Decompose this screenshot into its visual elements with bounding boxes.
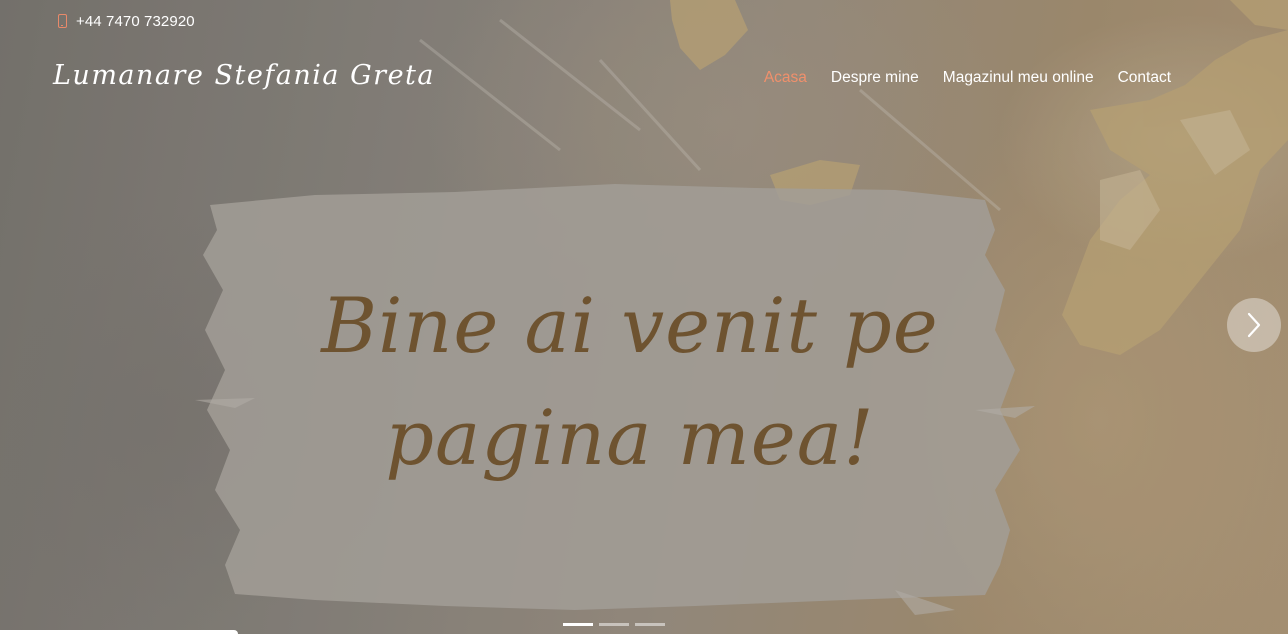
site-logo[interactable]: Lumanare Stefania Greta [53, 60, 435, 91]
slider-next-button[interactable] [1227, 298, 1281, 352]
slider-indicator-2[interactable] [599, 623, 629, 626]
hero-headline: Bine ai venit pe pagina mea! [280, 270, 980, 494]
slider-indicators [563, 623, 665, 626]
nav-item-magazinul-meu-online[interactable]: Magazinul meu online [943, 69, 1094, 87]
top-contact-bar: +44 7470 732920 [58, 10, 195, 32]
phone-number[interactable]: +44 7470 732920 [76, 13, 195, 30]
mobile-phone-icon [58, 14, 67, 28]
hero-headline-line1: Bine ai venit pe [321, 281, 939, 370]
bottom-widget-edge [0, 630, 238, 634]
slider-indicator-3[interactable] [635, 623, 665, 626]
chevron-right-icon [1247, 312, 1261, 338]
hero-slider: Bine ai venit pe pagina mea! [0, 0, 1288, 634]
nav-item-contact[interactable]: Contact [1118, 69, 1171, 87]
hero-headline-line2: pagina mea! [385, 393, 875, 482]
nav-item-despre-mine[interactable]: Despre mine [831, 69, 919, 87]
main-nav: Acasa Despre mine Magazinul meu online C… [764, 69, 1171, 87]
nav-item-acasa[interactable]: Acasa [764, 69, 807, 87]
slider-indicator-1[interactable] [563, 623, 593, 626]
